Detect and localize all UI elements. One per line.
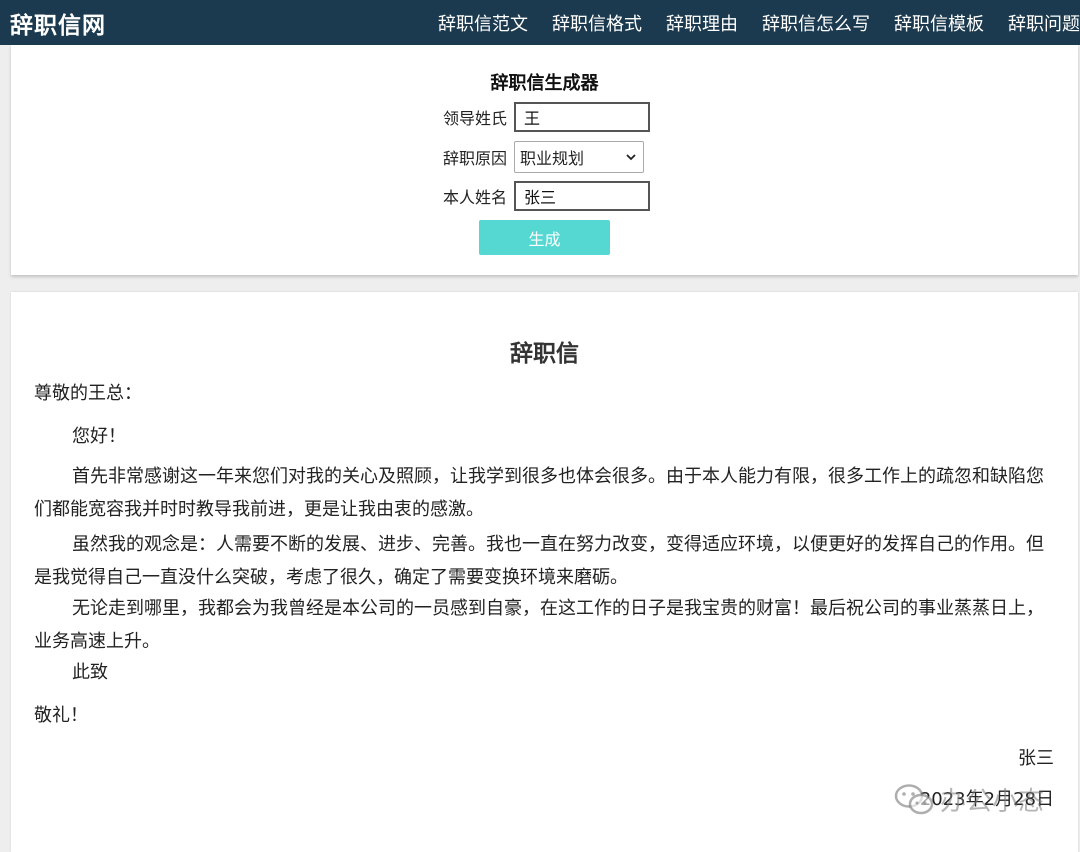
nav-link-templates[interactable]: 辞职信模板	[894, 10, 984, 36]
leader-surname-row: 领导姓氏	[443, 101, 650, 133]
wechat-icon	[894, 783, 934, 814]
nav-menu: 辞职信范文 辞职信格式 辞职理由 辞职信怎么写 辞职信模板 辞职问题	[438, 0, 1080, 45]
letter-closing-2: 敬礼！	[34, 705, 88, 726]
reason-row: 辞职原因 职业规划	[443, 141, 644, 173]
generate-button[interactable]: 生成	[479, 220, 610, 255]
watermark: 办公小态	[894, 781, 1044, 818]
letter-signature: 张三	[1018, 748, 1054, 769]
generator-panel: 辞职信生成器 领导姓氏 辞职原因 职业规划 本人姓名 生成	[11, 45, 1078, 275]
letter-closing-1: 此致	[72, 662, 108, 683]
nav-link-questions[interactable]: 辞职问题	[1008, 10, 1080, 36]
own-name-input[interactable]	[514, 181, 650, 211]
letter-paragraph-1: 首先非常感谢这一年来您们对我的关心及照顾，让我学到很多也体会很多。由于本人能力有…	[34, 466, 1044, 520]
reason-label: 辞职原因	[443, 149, 508, 168]
top-navbar: 辞职信网 辞职信范文 辞职信格式 辞职理由 辞职信怎么写 辞职信模板 辞职问题	[0, 0, 1080, 45]
own-name-label: 本人姓名	[443, 188, 508, 207]
letter-greeting: 您好！	[72, 426, 126, 447]
reason-select[interactable]: 职业规划	[514, 141, 644, 173]
chevron-down-icon	[626, 154, 636, 161]
generator-title: 辞职信生成器	[490, 73, 599, 94]
letter-panel: 辞职信 尊敬的王总： 您好！ 首先非常感谢这一年来您们对我的关心及照顾，让我学到…	[11, 292, 1078, 852]
letter-paragraph-3: 无论走到哪里，我都会为我曾经是本公司的一员感到自豪，在这工作的日子是我宝贵的财富…	[34, 598, 1044, 652]
letter-title: 辞职信	[510, 341, 579, 367]
nav-link-reasons[interactable]: 辞职理由	[666, 10, 738, 36]
reason-selected-value: 职业规划	[520, 149, 585, 168]
letter-paragraph-2: 虽然我的观念是：人需要不断的发展、进步、完善。我也一直在努力改变，变得适应环境，…	[34, 534, 1044, 588]
nav-link-format[interactable]: 辞职信格式	[552, 10, 642, 36]
letter-salutation: 尊敬的王总：	[34, 383, 142, 404]
watermark-text: 办公小态	[940, 787, 1045, 817]
leader-surname-input[interactable]	[514, 102, 650, 132]
leader-surname-label: 领导姓氏	[443, 109, 508, 128]
nav-link-samples[interactable]: 辞职信范文	[438, 10, 528, 36]
site-logo[interactable]: 辞职信网	[10, 6, 106, 40]
own-name-row: 本人姓名	[443, 180, 650, 212]
nav-link-how-to-write[interactable]: 辞职信怎么写	[762, 10, 870, 36]
